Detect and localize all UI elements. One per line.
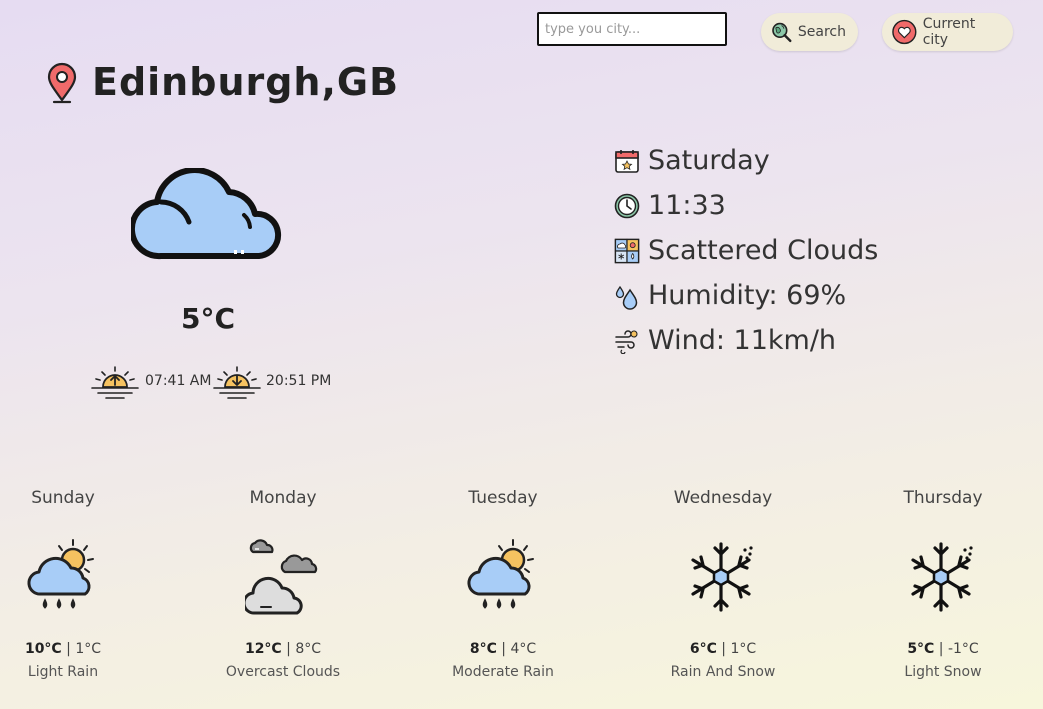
sun-cloud-rain-icon — [27, 539, 94, 609]
forecast-day-name: Monday — [249, 488, 317, 508]
heart-icon — [892, 19, 917, 45]
forecast-day-name: Tuesday — [468, 488, 538, 508]
forecast-low: -1°C — [947, 641, 979, 657]
forecast-description: Light Snow — [904, 664, 982, 680]
overcast-clouds-icon — [245, 539, 318, 615]
wind-icon — [615, 329, 638, 354]
detail-day: Saturday — [614, 145, 770, 176]
calendar-icon — [615, 149, 639, 173]
detail-condition: Scattered Clouds — [614, 235, 878, 266]
sunset-icon — [213, 366, 261, 399]
condition-text: Scattered Clouds — [648, 235, 879, 266]
current-city-button[interactable]: Current city — [882, 13, 1013, 51]
sunset-time: 20:51 PM — [266, 373, 332, 389]
forecast-day-card: Tuesday 8°C | 4°C Moderate Rain — [428, 486, 578, 680]
city-search-input[interactable] — [537, 12, 727, 46]
sunrise-time: 07:41 AM — [145, 373, 212, 389]
current-temperature: 5°C — [180, 302, 236, 335]
detail-humidity: Humidity: 69% — [614, 280, 846, 311]
forecast-description: Overcast Clouds — [225, 664, 341, 680]
forecast-high: 5°C — [907, 641, 935, 657]
city-name: Edinburgh,GB — [92, 60, 400, 104]
forecast-low: 8°C — [295, 641, 322, 657]
snowflake-icon — [691, 542, 753, 612]
forecast-day-name: Wednesday — [673, 488, 773, 508]
humidity-text: Humidity: 69% — [648, 280, 847, 311]
forecast-day-card: Thursday 5°C | -1°C Light Snow — [868, 486, 1018, 680]
weather-grid-icon — [614, 238, 640, 263]
cloud-icon — [131, 168, 282, 260]
forecast-low: 4°C — [510, 641, 537, 657]
globe-search-icon — [772, 22, 792, 43]
forecast-high: 8°C — [469, 641, 497, 657]
forecast-day-name: Thursday — [903, 488, 983, 508]
time-text: 11:33 — [648, 190, 726, 221]
wind-text: Wind: 11km/h — [648, 325, 837, 356]
forecast-day-name: Sunday — [31, 488, 95, 508]
clock-icon — [614, 193, 640, 218]
water-drops-icon — [615, 285, 638, 310]
forecast-day-card: Sunday 10°C | 1°C Light Rain — [0, 486, 138, 680]
forecast-high: 12°C — [244, 641, 282, 657]
forecast-high: 6°C — [689, 641, 717, 657]
search-button-label: Search — [797, 24, 846, 40]
forecast-low: 1°C — [75, 641, 102, 657]
day-text: Saturday — [648, 145, 770, 176]
search-button[interactable]: Search — [761, 13, 858, 51]
snowflake-icon — [911, 542, 973, 612]
current-city-button-label: Current city — [922, 16, 976, 48]
forecast-high: 10°C — [24, 641, 62, 657]
forecast-description: Light Rain — [27, 664, 99, 680]
forecast-day-card: Monday 12°C | 8°C Overcast Clouds — [208, 486, 358, 680]
forecast-day-card: Wednesday 6°C | 1°C Rain And Snow — [648, 486, 798, 680]
location-pin-icon — [47, 62, 77, 104]
forecast-description: Rain And Snow — [670, 664, 776, 680]
forecast-low: 1°C — [730, 641, 757, 657]
sunrise-icon — [91, 366, 139, 399]
sun-cloud-rain-icon — [467, 539, 534, 609]
detail-wind: Wind: 11km/h — [614, 325, 836, 356]
detail-time: 11:33 — [614, 190, 726, 221]
forecast-description: Moderate Rain — [452, 664, 554, 680]
